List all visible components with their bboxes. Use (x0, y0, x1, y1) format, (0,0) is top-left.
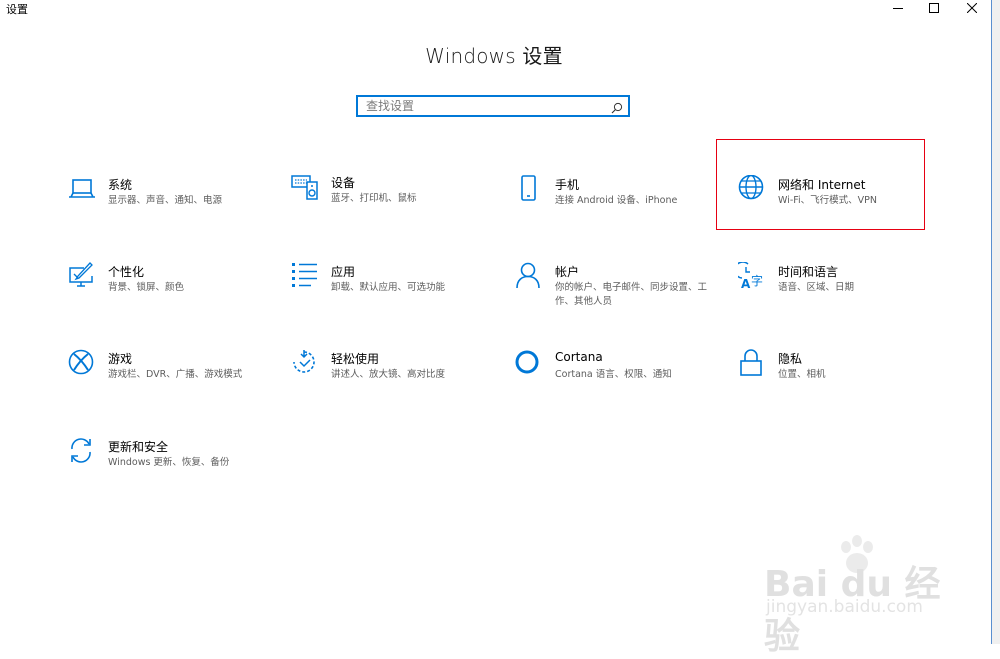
tile-description: 讲述人、放大镜、高对比度 (331, 369, 446, 380)
svg-text:字: 字 (751, 273, 763, 288)
search-icon[interactable] (611, 99, 623, 118)
tile-accounts[interactable]: 帐户 你的帐户、电子邮件、同步设置、工作、其他人员 (515, 262, 721, 350)
app-list-icon (291, 262, 319, 290)
tile-title: 隐私 (778, 352, 803, 366)
watermark-url: jingyan.baidu.com (766, 597, 923, 617)
tile-description: 连接 Android 设备、iPhone (555, 195, 678, 206)
tile-title: 个性化 (108, 265, 145, 279)
tile-network[interactable]: 网络和 Internet Wi-Fi、飞行模式、VPN (738, 175, 944, 263)
tile-description: 卸载、默认应用、可选功能 (331, 282, 446, 293)
sync-arrows-icon (68, 437, 96, 465)
tile-title: 轻松使用 (331, 352, 380, 366)
close-button[interactable] (950, 0, 994, 16)
tile-description: 游戏栏、DVR、广播、游戏模式 (108, 369, 243, 380)
ease-of-access-icon (291, 349, 319, 377)
tile-title: 设备 (331, 176, 356, 190)
keyboard-speaker-icon (291, 173, 319, 201)
tile-time-language[interactable]: A字 时间和语言 语音、区域、日期 (738, 262, 944, 350)
svg-text:A: A (741, 277, 751, 290)
tile-description: Wi-Fi、飞行模式、VPN (778, 195, 877, 206)
tile-personalization[interactable]: 个性化 背景、锁屏、颜色 (68, 262, 274, 350)
globe-icon (738, 175, 766, 203)
window-title: 设置 (6, 3, 28, 16)
tile-update-security[interactable]: 更新和安全 Windows 更新、恢复、备份 (68, 437, 274, 525)
tile-title: 系统 (108, 178, 133, 192)
tile-devices[interactable]: 设备 蓝牙、打印机、鼠标 (291, 173, 497, 261)
tile-title: Cortana (555, 350, 603, 364)
tile-description: 你的帐户、电子邮件、同步设置、工作、其他人员 (555, 282, 708, 307)
tile-title: 帐户 (555, 265, 580, 279)
close-icon (967, 3, 977, 13)
tile-title: 时间和语言 (778, 265, 839, 279)
tile-description: 背景、锁屏、颜色 (108, 282, 185, 293)
tile-gaming[interactable]: 游戏 游戏栏、DVR、广播、游戏模式 (68, 349, 274, 437)
tile-ease-of-access[interactable]: 轻松使用 讲述人、放大镜、高对比度 (291, 349, 497, 437)
tile-cortana[interactable]: Cortana Cortana 语言、权限、通知 (515, 349, 721, 437)
tile-description: 蓝牙、打印机、鼠标 (331, 193, 417, 204)
time-language-icon: A字 (738, 262, 766, 290)
laptop-icon (68, 175, 96, 203)
tile-title: 游戏 (108, 352, 133, 366)
tile-description: Cortana 语言、权限、通知 (555, 369, 672, 380)
search-input[interactable] (366, 98, 606, 114)
tile-description: 语音、区域、日期 (778, 282, 855, 293)
window-edge (992, 0, 1000, 644)
tile-title: 手机 (555, 178, 580, 192)
phone-icon (515, 175, 543, 203)
title-bar: 设置 (0, 0, 1000, 18)
baidu-watermark: Bai du 经验 jingyan.baidu.com (760, 535, 960, 657)
xbox-icon (68, 349, 96, 377)
cortana-ring-icon (515, 349, 543, 377)
tile-phone[interactable]: 手机 连接 Android 设备、iPhone (515, 175, 721, 263)
padlock-icon (738, 349, 766, 377)
page-title: Windows 设置 (425, 44, 563, 68)
minimize-icon (893, 3, 903, 13)
tile-description: 显示器、声音、通知、电源 (108, 195, 223, 206)
tile-privacy[interactable]: 隐私 位置、相机 (738, 349, 944, 437)
tile-title: 更新和安全 (108, 440, 169, 454)
tile-title: 网络和 Internet (778, 178, 866, 192)
tile-description: 位置、相机 (778, 369, 826, 380)
tile-apps[interactable]: 应用 卸载、默认应用、可选功能 (291, 262, 497, 350)
maximize-icon (929, 3, 939, 13)
tile-description: Windows 更新、恢复、备份 (108, 457, 230, 468)
tile-system[interactable]: 系统 显示器、声音、通知、电源 (68, 175, 274, 263)
tile-title: 应用 (331, 265, 356, 279)
paintbrush-monitor-icon (68, 262, 96, 290)
search-box[interactable] (356, 95, 630, 117)
person-icon (515, 262, 543, 290)
